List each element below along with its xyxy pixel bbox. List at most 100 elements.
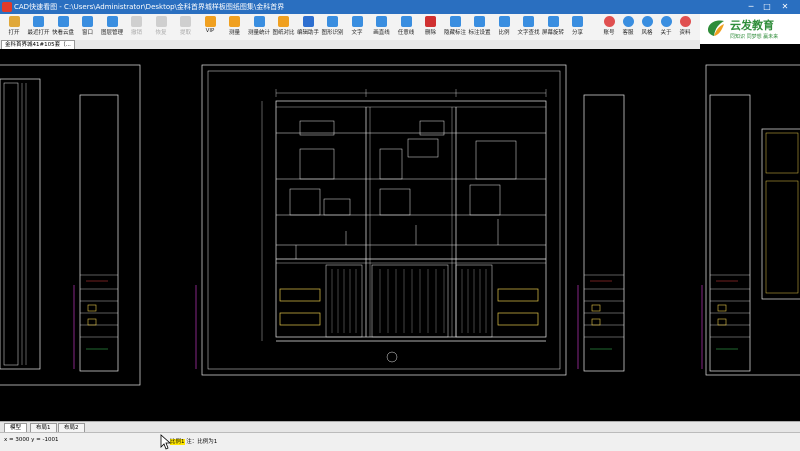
toolbar-button-mark-settings[interactable]: 标注设置 [468,15,492,39]
maximize-button[interactable]: □ [760,0,774,14]
toolbar-button-vip[interactable]: VIP [198,15,222,39]
center-title-block [583,94,625,372]
cad-drawing [0,64,800,386]
account-icon [603,16,615,27]
scale-icon [498,16,510,27]
toolbar-button-recent[interactable]: 最近打开 [27,15,51,39]
document-tab-bar: 金科首界城41#105套（... [0,40,700,51]
toolbar-button-cloud[interactable]: 快看云盘 [51,15,75,39]
minimize-button[interactable]: ─ [744,0,758,14]
style-icon [641,16,653,27]
logo-slogan: 同知识 同梦想 赢未来 [730,34,779,40]
toolbar-button-stats[interactable]: 测量统计 [247,15,271,39]
toolbar-button-label: 任意线 [397,30,415,36]
toolbar-button-label: 测量统计 [247,30,270,36]
toolbar-button-folder[interactable]: 打开 [2,15,26,39]
right-title-block [709,94,751,372]
toolbar-button-delete[interactable]: 删除 [419,15,443,39]
toolbar-button-text[interactable]: 文字 [345,15,369,39]
toolbar-button-docs[interactable]: 资料 [676,15,694,39]
toolbar-button-label: 图纸对比 [272,30,295,36]
text-search-icon [523,16,534,27]
cabinet-elevation [275,100,547,338]
status-bar: x = 3000 y = -1001 比例1 注：比例为1 [0,432,800,451]
brand-logo: 云发教育 同知识 同梦想 赢未来 [700,14,800,44]
toolbar-button-layers[interactable]: 图层管理 [100,15,124,39]
mouse-cursor-icon [160,434,172,450]
toolbar-button-label: 图层管理 [100,30,123,36]
toolbar-button-style[interactable]: 风格 [638,15,656,39]
toolbar-button-label: 屏幕旋转 [541,30,564,36]
left-elevation-outline [0,78,41,370]
toolbar-button-compare[interactable]: 图纸对比 [272,15,296,39]
layout-tab-bar: 模型 布局1 布局2 [0,421,800,433]
hide-mark-icon [449,16,461,27]
toolbar-button-measure[interactable]: 测量 [223,15,247,39]
toolbar-button-about[interactable]: 关于 [657,15,675,39]
toolbar-button-text-search[interactable]: 文字查找 [517,15,541,39]
stats-icon [253,16,265,27]
coordinates-readout: x = 3000 y = -1001 [4,437,59,443]
toolbar-right: 账号 客服 风格 关于 资料 [600,14,695,40]
toolbar-button-label: 窗口 [81,30,93,36]
toolbar-button-support[interactable]: 客服 [619,15,637,39]
measure-icon [229,16,240,27]
toolbar-button-label: 账号 [603,30,615,36]
window-title: CAD快速看图 - C:\Users\Administrator\Desktop… [14,3,284,11]
text-icon [351,16,363,27]
toolbar-button-label: 编辑助手 [296,30,319,36]
logo-mark-icon [708,20,724,36]
app-icon [2,2,12,12]
elevation-callout [386,351,398,363]
toolbar-button-freeline[interactable]: 任意线 [394,15,418,39]
toolbar-button-hide-mark[interactable]: 隐藏标注 [443,15,467,39]
toolbar-button-label: 恢复 [155,30,167,36]
cloud-icon [57,16,69,27]
freeline-icon [400,16,412,27]
edit-helper-icon [302,16,314,27]
toolbar-button-edit-helper[interactable]: 编辑助手 [296,15,320,39]
toolbar-button-label: 隐藏标注 [443,30,466,36]
share-icon [572,16,583,27]
vip-icon [204,16,216,27]
toolbar-button-label: 客服 [622,30,634,36]
rotate-icon [547,16,559,27]
center-sheet-frame [201,64,567,376]
toolbar-button-label: 文字查找 [517,30,540,36]
toolbar-button-label: 比例 [498,30,510,36]
toolbar-button-label: 关于 [660,30,672,36]
left-sheet-frame [0,64,141,386]
toolbar-button-window[interactable]: 窗口 [76,15,100,39]
redo-icon [155,16,167,27]
toolbar-button-line[interactable]: 画直线 [370,15,394,39]
close-button[interactable]: ✕ [778,0,792,14]
toolbar-button-scale[interactable]: 比例 [492,15,516,39]
toolbar-button-label: 标注设置 [468,30,491,36]
toolbar-button-redo: 恢复 [149,15,173,39]
toolbar-button-share[interactable]: 分享 [566,15,590,39]
title-bar: CAD快速看图 - C:\Users\Administrator\Desktop… [0,0,800,14]
toolbar-button-label: 快看云盘 [51,30,74,36]
toolbar-button-label: 删除 [424,30,436,36]
compare-icon [278,16,289,27]
right-sheet-frame [705,64,800,376]
right-door-elevation [761,128,800,300]
toolbar-button-account[interactable]: 账号 [600,15,618,39]
line-icon [376,16,387,27]
drawing-canvas[interactable] [0,49,800,421]
recent-icon [33,16,44,27]
toolbar-button-undo: 撤销 [125,15,149,39]
toolbar-button-label: 资料 [679,30,691,36]
toolbar-button-label: 最近打开 [27,30,50,36]
scale-label: 注：比例为1 [186,439,218,445]
toolbar-button-label: 打开 [8,30,20,36]
toolbar-button-recognize[interactable]: 图形识别 [321,15,345,39]
logo-name: 云发教育 [730,19,774,32]
toolbar-button-label: 图形识别 [321,30,344,36]
mark-settings-icon [474,16,485,27]
recognize-icon [327,16,338,27]
toolbar-button-rotate[interactable]: 屏幕旋转 [541,15,565,39]
undo-icon [131,16,142,27]
left-title-block [79,94,119,372]
docs-icon [679,16,691,27]
